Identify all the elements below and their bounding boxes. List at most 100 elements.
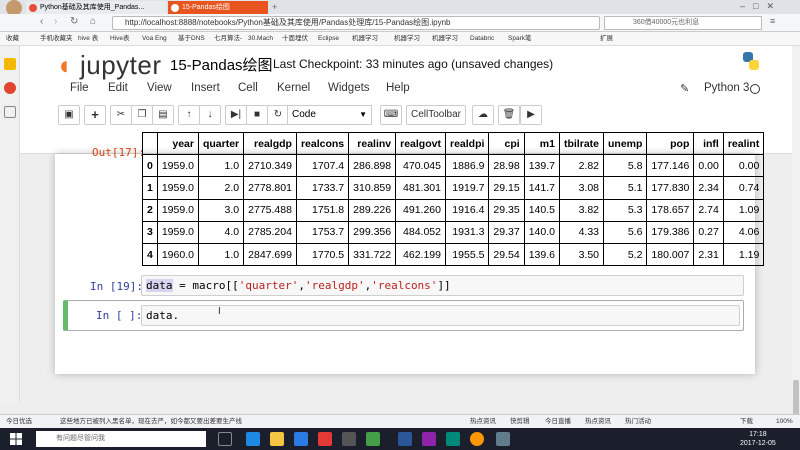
bookmark-item[interactable]: 机器学习 bbox=[432, 32, 458, 46]
home-icon[interactable]: ⌂ bbox=[90, 16, 96, 27]
table-cell: 29.54 bbox=[488, 242, 525, 267]
system-clock[interactable]: 17:18 2017-12-05 bbox=[740, 430, 776, 448]
cell-type-select[interactable]: Code ▼ bbox=[287, 105, 372, 125]
insert-cell-below-icon[interactable]: + bbox=[84, 105, 106, 125]
table-cell: 1733.7 bbox=[295, 176, 350, 200]
status-item[interactable]: 热点资讯 bbox=[470, 415, 496, 428]
kernel-name[interactable]: Python 3 bbox=[704, 82, 749, 94]
bookmark-item[interactable]: 基于DNS bbox=[178, 32, 205, 46]
note-icon[interactable] bbox=[4, 106, 16, 118]
bookmark-item[interactable]: 机器学习 bbox=[352, 32, 378, 46]
bookmark-item[interactable]: Spark笔 bbox=[508, 32, 531, 46]
browser-icon[interactable] bbox=[470, 432, 484, 446]
bookmark-item[interactable]: hive 表 bbox=[78, 32, 98, 46]
task-view-icon[interactable] bbox=[218, 432, 232, 446]
taskbar-search[interactable]: 有问题尽管问我 bbox=[36, 431, 206, 447]
bookmark-item[interactable]: Hive表 bbox=[110, 32, 130, 46]
bookmark-item[interactable]: Eclipse bbox=[318, 32, 339, 46]
trash-icon[interactable]: 🗑 bbox=[498, 105, 520, 125]
copy-icon[interactable]: ❐ bbox=[131, 105, 153, 125]
table-cell: 470.045 bbox=[395, 154, 446, 178]
bookmark-item[interactable]: 扩展 bbox=[600, 32, 613, 46]
upload-icon[interactable]: ☁ bbox=[472, 105, 494, 125]
zoom-level[interactable]: 100% bbox=[776, 415, 793, 428]
bookmark-item[interactable]: 30.Mach bbox=[248, 32, 273, 46]
window-controls[interactable]: ‒□✕ bbox=[740, 1, 782, 12]
status-item[interactable]: 下载 bbox=[740, 415, 753, 428]
save-icon[interactable]: ▣ bbox=[58, 105, 80, 125]
table-cell: 3.08 bbox=[558, 176, 605, 200]
menu-edit[interactable]: Edit bbox=[108, 82, 128, 94]
bookmark-item[interactable]: Voa Eng bbox=[142, 32, 167, 46]
app-icon[interactable] bbox=[446, 432, 460, 446]
app-icon[interactable] bbox=[342, 432, 356, 446]
stop-icon[interactable]: ■ bbox=[246, 105, 268, 125]
run-icon[interactable]: ▶| bbox=[225, 105, 247, 125]
cut-icon[interactable]: ✂ bbox=[110, 105, 132, 125]
status-left[interactable]: 今日优选 bbox=[6, 415, 32, 428]
menu-help[interactable]: Help bbox=[386, 82, 410, 94]
url-field[interactable]: http://localhost:8888/notebooks/Python基础… bbox=[112, 16, 600, 30]
celltoolbar-button[interactable]: CellToolbar bbox=[406, 105, 466, 125]
search-box[interactable]: 360借40000元也利息 bbox=[604, 16, 762, 30]
bookmark-item[interactable]: 七月算法- bbox=[214, 32, 242, 46]
move-down-icon[interactable]: ↓ bbox=[199, 105, 221, 125]
status-item[interactable]: 热门活动 bbox=[625, 415, 651, 428]
video-icon[interactable]: ▶ bbox=[520, 105, 542, 125]
table-cell: 177.830 bbox=[646, 176, 695, 200]
bookmark-item[interactable]: Databric bbox=[470, 32, 494, 46]
status-item[interactable]: 今日直播 bbox=[545, 415, 571, 428]
star-icon[interactable] bbox=[4, 58, 16, 70]
menu-insert[interactable]: Insert bbox=[191, 82, 220, 94]
windows-start-icon[interactable] bbox=[10, 433, 22, 445]
bookmark-item[interactable]: 收藏 bbox=[6, 32, 19, 46]
notebook-name[interactable]: 15-Pandas绘图 bbox=[170, 54, 273, 75]
move-up-icon[interactable]: ↑ bbox=[178, 105, 200, 125]
bookmark-item[interactable]: 手机收藏夹 bbox=[40, 32, 73, 46]
menu-cell[interactable]: Cell bbox=[238, 82, 258, 94]
command-palette-icon[interactable]: ⌨ bbox=[380, 105, 402, 125]
browser-tab-1[interactable]: Python基础及其库使用_Pandas... bbox=[26, 1, 166, 14]
status-item[interactable]: 快剪辑 bbox=[510, 415, 530, 428]
status-item[interactable]: 热点资讯 bbox=[585, 415, 611, 428]
paste-icon[interactable]: ▤ bbox=[152, 105, 174, 125]
restart-icon[interactable]: ↻ bbox=[267, 105, 289, 125]
app-icon[interactable] bbox=[496, 432, 510, 446]
table-cell: 1.19 bbox=[722, 242, 765, 267]
forward-icon[interactable]: › bbox=[54, 16, 57, 27]
word-icon[interactable] bbox=[398, 432, 412, 446]
menu-icon[interactable]: ≡ bbox=[770, 16, 775, 26]
back-icon[interactable]: ‹ bbox=[40, 16, 43, 27]
table-cell: 5.3 bbox=[602, 198, 648, 222]
table-cell: 2778.801 bbox=[243, 176, 297, 200]
page-scrollbar[interactable] bbox=[792, 46, 800, 428]
table-cell: 1.0 bbox=[197, 242, 245, 267]
bookmark-item[interactable]: 十面埋伏 bbox=[282, 32, 308, 46]
jupyter-page: ◖ jupyter 15-Pandas绘图 Last Checkpoint: 3… bbox=[20, 46, 792, 402]
kernel-idle-icon bbox=[750, 84, 760, 94]
column-header: m1 bbox=[523, 131, 560, 156]
code-token: 'realgdp' bbox=[304, 279, 365, 292]
jupyter-logo[interactable]: ◖ jupyter bbox=[56, 50, 162, 81]
new-tab-button[interactable]: + bbox=[272, 2, 277, 12]
weibo-icon[interactable] bbox=[4, 82, 16, 94]
app-icon[interactable] bbox=[422, 432, 436, 446]
code-cell-19[interactable]: data = macro[['quarter','realgdp','realc… bbox=[141, 275, 744, 296]
menu-widgets[interactable]: Widgets bbox=[328, 82, 370, 94]
menu-kernel[interactable]: Kernel bbox=[277, 82, 310, 94]
app-icon[interactable] bbox=[318, 432, 332, 446]
dataframe-output: year quarter realgdp realcons realinv realgov… bbox=[142, 131, 765, 267]
menu-file[interactable]: File bbox=[70, 82, 89, 94]
menu-view[interactable]: View bbox=[147, 82, 172, 94]
code-editor[interactable]: data. bbox=[141, 305, 740, 326]
status-news[interactable]: 这些地方已被列入黑名单，现在去严，如今都又要出差要生产线 bbox=[60, 415, 280, 428]
file-explorer-icon[interactable] bbox=[270, 432, 284, 446]
store-icon[interactable] bbox=[294, 432, 308, 446]
table-cell: 28.98 bbox=[488, 154, 525, 178]
edge-icon[interactable] bbox=[246, 432, 260, 446]
reload-icon[interactable]: ↻ bbox=[70, 16, 78, 27]
app-icon[interactable] bbox=[366, 432, 380, 446]
browser-tab-2-active[interactable]: 15-Pandas绘图 bbox=[168, 1, 268, 14]
bookmark-item[interactable]: 机器学习 bbox=[394, 32, 420, 46]
table-row: 2 1959.0 3.0 2775.488 1751.8 289.226 491.260 19… bbox=[142, 198, 765, 222]
